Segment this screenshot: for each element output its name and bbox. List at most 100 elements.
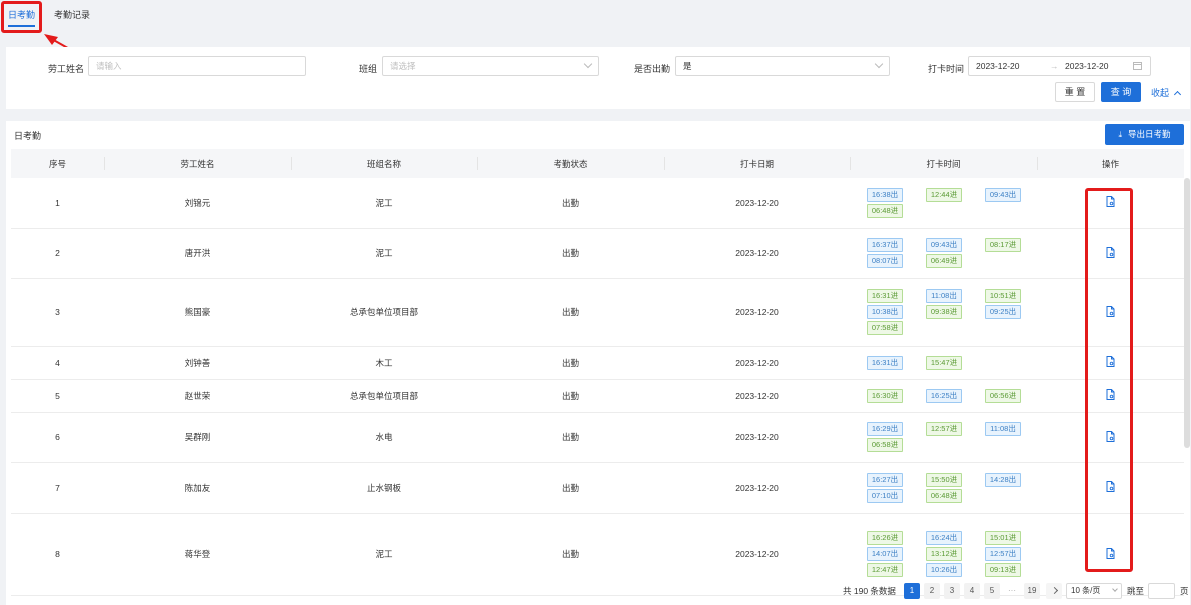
cell-name: 陈加友: [104, 462, 291, 514]
punch-out-tag: 08:07出: [867, 254, 903, 268]
worker-name-label: 劳工姓名: [48, 64, 85, 74]
date-end[interactable]: 2023-12-20: [1065, 57, 1108, 75]
punch-in-tag: 06:58进: [867, 438, 903, 452]
next-page-button[interactable]: [1046, 583, 1062, 599]
page-last[interactable]: 19: [1024, 583, 1040, 599]
action-column-highlight-annotation: [1085, 188, 1133, 572]
table-row: 5 赵世荣 总承包单位项目部 出勤 2023-12-20 16:30进 16:25出 06:5…: [11, 379, 1184, 413]
jump-label: 跳至: [1127, 586, 1145, 596]
cell-status: 出勤: [477, 278, 664, 347]
punch-out-tag: 16:29出: [867, 422, 903, 436]
cell-team: 泥工: [291, 513, 477, 596]
page-2[interactable]: 2: [924, 583, 940, 599]
punch-in-tag: 10:51进: [985, 289, 1021, 303]
cell-no: 2: [11, 228, 104, 279]
cell-name: 唐开洪: [104, 228, 291, 279]
cell-team: 水电: [291, 412, 477, 463]
cell-no: 3: [11, 278, 104, 347]
export-daily-button[interactable]: ⤓ 导出日考勤: [1105, 124, 1184, 145]
punch-in-tag: 13:12进: [926, 547, 962, 561]
punch-time-label: 打卡时间: [928, 64, 965, 74]
chevron-down-icon: [583, 59, 593, 69]
cell-punch-times: 16:30进 16:25出 06:56进: [850, 379, 1037, 413]
cell-name: 熊国豪: [104, 278, 291, 347]
export-label: 导出日考勤: [1128, 129, 1171, 139]
cell-name: 蒋华登: [104, 513, 291, 596]
col-header-name: 劳工姓名: [104, 149, 291, 178]
cell-status: 出勤: [477, 178, 664, 229]
cell-no: 4: [11, 346, 104, 380]
punch-out-tag: 16:25出: [926, 388, 962, 403]
punch-out-tag: 12:57出: [985, 547, 1021, 561]
punch-in-tag: 07:58进: [867, 321, 903, 335]
table-row: 7 陈加友 止水钢板 出勤 2023-12-20 16:27出 15:50进 14:28出 07…: [11, 462, 1184, 514]
page-3[interactable]: 3: [944, 583, 960, 599]
punch-in-tag: 16:31进: [867, 289, 903, 303]
collapse-label: 收起: [1151, 88, 1170, 98]
punch-in-tag: 12:44进: [926, 187, 962, 202]
date-start[interactable]: 2023-12-20: [976, 57, 1019, 75]
chevron-down-icon: [1112, 586, 1118, 592]
collapse-link[interactable]: 收起: [1151, 86, 1181, 99]
cell-no: 1: [11, 178, 104, 229]
punch-in-tag: 16:26进: [867, 531, 903, 545]
panel-title: 日考勤: [14, 131, 42, 141]
table-row: 4 刘钟善 木工 出勤 2023-12-20 16:31出 15:47进: [11, 346, 1184, 380]
table-row: 6 吴群刚 水电 出勤 2023-12-20 16:29出 12:57进 11:08出 06:5…: [11, 412, 1184, 463]
table-row: 2 唐开洪 泥工 出勤 2023-12-20 16:37出 09:43出 08:17进 08:0…: [11, 228, 1184, 279]
col-header-status: 考勤状态: [477, 149, 664, 178]
punch-out-tag: 11:08出: [985, 422, 1021, 436]
punch-out-tag: 09:25出: [985, 305, 1021, 319]
punch-in-tag: 09:38进: [926, 305, 962, 319]
cell-date: 2023-12-20: [664, 462, 850, 514]
page-suffix: 页: [1180, 586, 1189, 596]
page-4[interactable]: 4: [964, 583, 980, 599]
punch-out-tag: 07:10出: [867, 488, 903, 503]
chevron-up-icon: [1173, 90, 1181, 99]
punch-out-tag: 16:37出: [867, 238, 903, 252]
page-1[interactable]: 1: [904, 583, 920, 599]
cell-name: 赵世荣: [104, 379, 291, 413]
page-size-select[interactable]: 10 条/页: [1066, 583, 1122, 599]
attend-select[interactable]: 是: [675, 56, 890, 76]
team-select[interactable]: 请选择: [382, 56, 599, 76]
cell-punch-times: 16:31进 11:08出 10:51进 10:38出 09:38进 09:25出 07:5…: [850, 278, 1037, 347]
punch-in-tag: 06:49进: [926, 254, 962, 268]
punch-out-tag: 11:08出: [926, 289, 962, 303]
tab-bar: 日考勤 考勤记录: [0, 0, 1191, 33]
page-5[interactable]: 5: [984, 583, 1000, 599]
cell-date: 2023-12-20: [664, 379, 850, 413]
cell-status: 出勤: [477, 379, 664, 413]
cell-punch-times: 16:31出 15:47进: [850, 346, 1037, 380]
table-header-row: 序号 劳工姓名 班组名称 考勤状态 打卡日期 打卡时间 操作: [11, 149, 1184, 178]
download-icon: ⤓: [1118, 130, 1123, 139]
query-button[interactable]: 查 询: [1101, 82, 1141, 102]
cell-name: 刘锦元: [104, 178, 291, 229]
punch-in-tag: 15:50进: [926, 472, 962, 487]
cell-no: 8: [11, 513, 104, 596]
chevron-right-icon: [1050, 586, 1058, 595]
cell-team: 止水钢板: [291, 462, 477, 514]
col-header-date: 打卡日期: [664, 149, 850, 178]
cell-name: 吴群刚: [104, 412, 291, 463]
cell-no: 6: [11, 412, 104, 463]
punch-out-tag: 09:43出: [985, 187, 1021, 202]
worker-name-input[interactable]: 请输入: [88, 56, 306, 76]
cell-date: 2023-12-20: [664, 228, 850, 279]
punch-out-tag: 10:38出: [867, 305, 903, 319]
page-ellipsis[interactable]: ···: [1004, 583, 1020, 599]
punch-out-tag: 16:38出: [867, 187, 903, 202]
cell-date: 2023-12-20: [664, 513, 850, 596]
punch-in-tag: 06:56进: [985, 388, 1021, 403]
reset-button[interactable]: 重 置: [1055, 82, 1095, 102]
jump-page-input[interactable]: [1148, 583, 1175, 599]
punch-in-tag: 09:13进: [985, 563, 1021, 577]
table-scrollbar[interactable]: [1184, 178, 1190, 448]
cell-status: 出勤: [477, 346, 664, 380]
punch-in-tag: 15:47进: [926, 355, 962, 370]
punch-in-tag: 12:47进: [867, 563, 903, 577]
punch-in-tag: 16:30进: [867, 388, 903, 403]
date-range-picker[interactable]: 2023-12-20 → 2023-12-20: [968, 56, 1151, 76]
cell-date: 2023-12-20: [664, 178, 850, 229]
date-separator: →: [1050, 61, 1059, 71]
